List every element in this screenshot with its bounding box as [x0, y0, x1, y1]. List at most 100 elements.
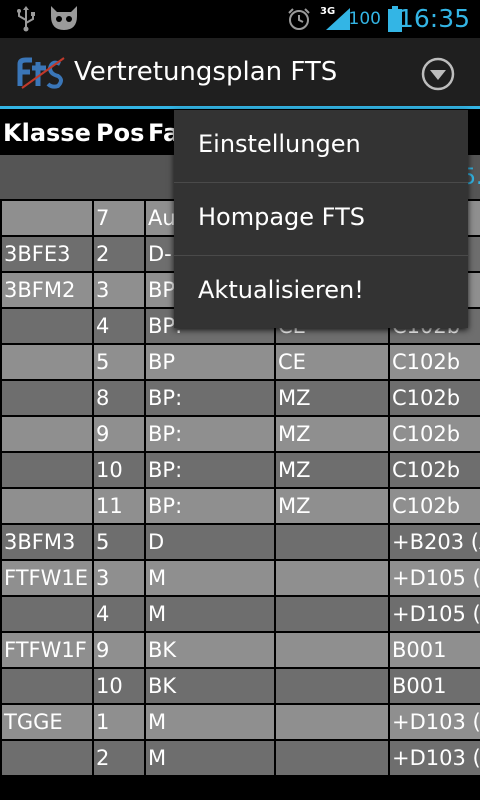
- cell-pos: 4: [92, 595, 146, 633]
- header-klasse[interactable]: Klasse: [3, 119, 91, 147]
- signal-icon: 3G: [320, 4, 352, 36]
- cell-klasse: [0, 415, 94, 453]
- cell-klasse: 3BFE3: [0, 235, 94, 273]
- status-bar: 3G 100 16:35: [0, 0, 480, 38]
- app-title: Vertretungsplan FTS: [74, 57, 338, 87]
- cell-pos: 2: [92, 739, 146, 777]
- cell-pos: 5: [92, 523, 146, 561]
- cell-fach: BP:: [144, 415, 276, 453]
- menu-item-label: Einstellungen: [198, 130, 361, 158]
- alarm-icon: [287, 7, 311, 35]
- cell-lehrer: MZ: [274, 415, 390, 453]
- table-row[interactable]: 8 BP: MZ C102b: [0, 379, 480, 417]
- cyanogenmod-icon: [48, 4, 80, 36]
- menu-item-aktualisieren[interactable]: Aktualisieren!: [174, 256, 468, 328]
- cell-lehrer: CE: [274, 343, 390, 381]
- cell-raum: +B203 (A: [388, 523, 480, 561]
- cell-raum: C102b: [388, 451, 480, 489]
- cell-pos: 9: [92, 415, 146, 453]
- cell-klasse: [0, 199, 94, 237]
- cell-lehrer: [274, 595, 390, 633]
- cell-klasse: FTFW1E: [0, 559, 94, 597]
- cell-raum: B001: [388, 631, 480, 669]
- cell-pos: 10: [92, 451, 146, 489]
- cell-lehrer: [274, 739, 390, 777]
- cell-fach: M: [144, 703, 276, 741]
- cell-pos: 1: [92, 703, 146, 741]
- table-row[interactable]: 9 BP: MZ C102b: [0, 415, 480, 453]
- cell-lehrer: [274, 667, 390, 705]
- cell-raum: C102b: [388, 487, 480, 525]
- cell-klasse: [0, 451, 94, 489]
- cell-fach: M: [144, 739, 276, 777]
- cell-fach: BP:: [144, 379, 276, 417]
- menu-item-label: Aktualisieren!: [198, 276, 364, 304]
- cell-klasse: [0, 487, 94, 525]
- cell-klasse: [0, 307, 94, 345]
- menu-item-label: Hompage FTS: [198, 203, 365, 231]
- table-row[interactable]: TGGE1M +D103 (E: [0, 703, 480, 741]
- cell-pos: 7: [92, 199, 146, 237]
- table-row[interactable]: 4M +D105 (E: [0, 595, 480, 633]
- cell-raum: B001: [388, 667, 480, 705]
- cell-klasse: [0, 379, 94, 417]
- header-pos[interactable]: Pos: [96, 119, 144, 147]
- cell-lehrer: [274, 703, 390, 741]
- cell-lehrer: MZ: [274, 487, 390, 525]
- cell-klasse: [0, 667, 94, 705]
- cell-pos: 5: [92, 343, 146, 381]
- cell-pos: 10: [92, 667, 146, 705]
- cell-lehrer: MZ: [274, 451, 390, 489]
- table-row[interactable]: 2M +D103 (E: [0, 739, 480, 777]
- table-row[interactable]: 11 BP: MZ C102b: [0, 487, 480, 525]
- table-row[interactable]: 5 BP CE C102b: [0, 343, 480, 381]
- cell-fach: BP:: [144, 487, 276, 525]
- cell-pos: 3: [92, 559, 146, 597]
- cell-klasse: [0, 739, 94, 777]
- cell-fach: BP:: [144, 451, 276, 489]
- clock: 16:35: [397, 4, 470, 33]
- overflow-menu: Einstellungen Hompage FTS Aktualisieren!: [174, 110, 468, 328]
- cell-raum: +D105 (E: [388, 595, 480, 633]
- cell-raum: C102b: [388, 343, 480, 381]
- menu-item-homepage[interactable]: Hompage FTS: [174, 183, 468, 255]
- cell-pos: 2: [92, 235, 146, 273]
- cell-fach: BP: [144, 343, 276, 381]
- table-row[interactable]: FTFW1F 9 BK B001: [0, 631, 480, 669]
- cell-fach: BK: [144, 667, 276, 705]
- cell-fach: BK: [144, 631, 276, 669]
- table-row[interactable]: FTFW1E3M +D105 (E: [0, 559, 480, 597]
- cell-raum: +D103 (E: [388, 703, 480, 741]
- table-row[interactable]: 10 BP: MZ C102b: [0, 451, 480, 489]
- battery-percent: 100: [348, 9, 381, 29]
- usb-icon: [14, 6, 38, 36]
- cell-klasse: 3BFM2: [0, 271, 94, 309]
- menu-item-einstellungen[interactable]: Einstellungen: [174, 110, 468, 182]
- network-type-label: 3G: [320, 6, 335, 17]
- cell-raum: C102b: [388, 415, 480, 453]
- cell-klasse: FTFW1F: [0, 631, 94, 669]
- fts-logo-icon[interactable]: [16, 56, 68, 94]
- cell-klasse: [0, 343, 94, 381]
- table-row[interactable]: 3BFM35D +B203 (A: [0, 523, 480, 561]
- cell-pos: 4: [92, 307, 146, 345]
- cell-raum: C102b: [388, 379, 480, 417]
- cell-lehrer: [274, 559, 390, 597]
- cell-raum: +D103 (E: [388, 739, 480, 777]
- cell-lehrer: [274, 523, 390, 561]
- cell-klasse: 3BFM3: [0, 523, 94, 561]
- cell-pos: 11: [92, 487, 146, 525]
- cell-lehrer: [274, 631, 390, 669]
- cell-pos: 9: [92, 631, 146, 669]
- cell-pos: 8: [92, 379, 146, 417]
- cell-lehrer: MZ: [274, 379, 390, 417]
- cell-fach: D: [144, 523, 276, 561]
- cell-fach: M: [144, 595, 276, 633]
- overflow-menu-icon[interactable]: [420, 56, 456, 92]
- cell-fach: M: [144, 559, 276, 597]
- cell-pos: 3: [92, 271, 146, 309]
- cell-klasse: [0, 595, 94, 633]
- table-row[interactable]: 10 BK B001: [0, 667, 480, 705]
- cell-klasse: TGGE: [0, 703, 94, 741]
- cell-raum: +D105 (E: [388, 559, 480, 597]
